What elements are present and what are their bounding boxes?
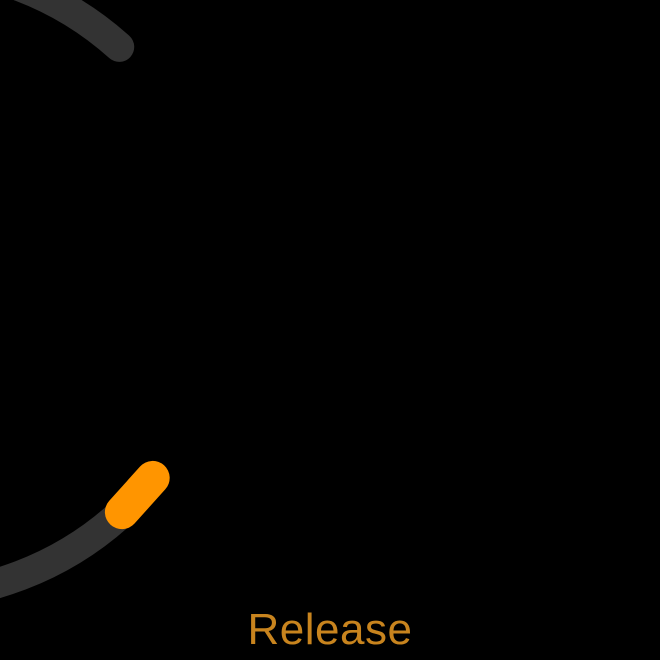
knob-dial[interactable] (0, 0, 660, 660)
knob-track (0, 0, 135, 598)
release-knob[interactable]: Release (0, 0, 660, 660)
knob-label: Release (247, 605, 413, 654)
knob-value-indicator[interactable] (104, 460, 170, 530)
